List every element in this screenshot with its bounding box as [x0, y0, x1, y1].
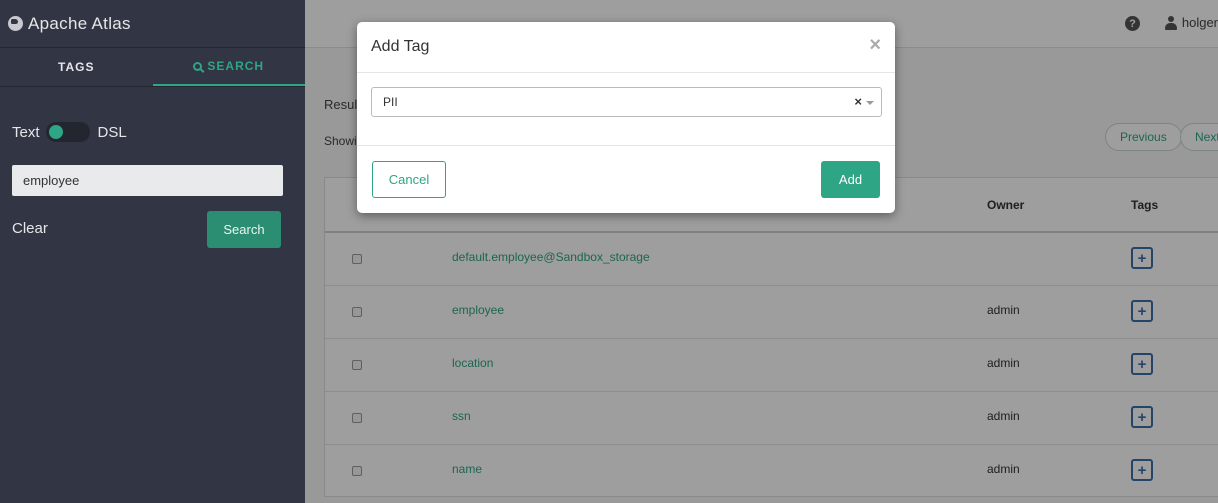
globe-icon: [8, 16, 23, 31]
tab-tags[interactable]: TAGS: [0, 48, 153, 86]
select-clear-icon[interactable]: ×: [854, 94, 862, 109]
tab-search-label: SEARCH: [207, 59, 265, 73]
add-tag-modal: Add Tag × PII × Cancel Add: [357, 22, 895, 213]
cancel-button[interactable]: Cancel: [372, 161, 446, 198]
chevron-down-icon[interactable]: [866, 101, 874, 105]
search-button[interactable]: Search: [207, 211, 281, 248]
tag-select-value: PII: [383, 95, 398, 109]
tab-tags-label: TAGS: [58, 60, 95, 74]
toggle-knob: [48, 125, 63, 139]
tab-search[interactable]: SEARCH: [152, 48, 305, 86]
app-title: Apache Atlas: [28, 13, 131, 33]
modal-divider: [357, 72, 895, 73]
sidebar-tabs: TAGS SEARCH: [0, 48, 305, 87]
modal-title: Add Tag: [371, 38, 430, 55]
add-button[interactable]: Add: [821, 161, 880, 198]
sidebar: Apache Atlas TAGS SEARCH Text DSL employ…: [0, 0, 305, 503]
search-mode-toggle[interactable]: [45, 122, 90, 142]
clear-link[interactable]: Clear: [12, 220, 48, 237]
search-input[interactable]: employee: [12, 165, 283, 196]
brand[interactable]: Apache Atlas: [0, 0, 305, 48]
toggle-dsl-label: DSL: [97, 123, 127, 141]
search-mode-toggle-row: Text DSL: [12, 122, 127, 142]
search-icon: [193, 61, 203, 71]
tag-select[interactable]: PII ×: [371, 87, 882, 117]
toggle-text-label: Text: [12, 123, 40, 141]
modal-divider: [357, 145, 895, 146]
close-icon[interactable]: ×: [869, 35, 881, 55]
